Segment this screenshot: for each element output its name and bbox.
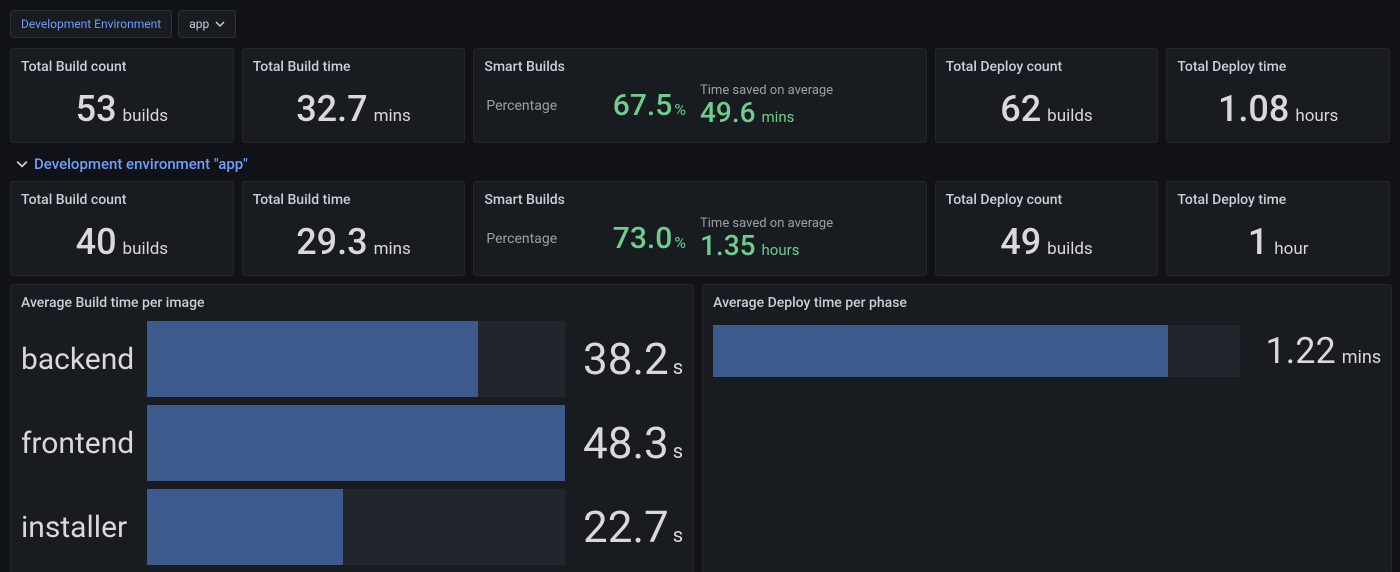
chart-row: Average Build time per image backend 38.2… xyxy=(0,284,1400,572)
chevron-down-icon xyxy=(16,158,28,170)
bar-category-label: backend xyxy=(21,342,147,377)
smart-saved-unit: mins xyxy=(762,108,795,126)
env-variable-chip[interactable]: Development Environment xyxy=(10,10,172,38)
section-title: Development environment "app" xyxy=(34,155,248,173)
panel-title: Total Build time xyxy=(243,49,465,75)
stat-value: 32.7 xyxy=(296,88,367,130)
bar-track xyxy=(147,405,565,481)
stat-unit: mins xyxy=(374,106,411,126)
panel-title: Total Deploy time xyxy=(1167,182,1389,208)
bar-category-label: installer xyxy=(21,510,147,545)
bar-row: backend 38.2s xyxy=(21,317,683,401)
panel-avg-deploy-time-per-phase[interactable]: Average Deploy time per phase 1.22mins xyxy=(702,284,1392,572)
stat-value: 62 xyxy=(1000,88,1041,130)
smart-pct-label: Percentage xyxy=(486,98,557,114)
template-variable-bar: Development Environment app xyxy=(0,0,1400,48)
bar-value: 1.22mins xyxy=(1266,330,1382,372)
panel-title: Average Deploy time per phase xyxy=(703,285,1391,311)
bar-row: installer 22.7s xyxy=(21,485,683,569)
build-time-bar-chart: backend 38.2s frontend 48.3s installer 22.7s xyxy=(11,311,693,572)
app-dropdown-value: app xyxy=(189,17,209,31)
panel-title: Total Build count xyxy=(11,49,233,75)
panel-total-build-time[interactable]: Total Build time 32.7 mins xyxy=(242,48,466,143)
bar-fill xyxy=(713,325,1168,377)
stat-unit: mins xyxy=(374,239,411,259)
stat-value: 1 xyxy=(1248,221,1268,263)
bar-value: 38.2s xyxy=(583,333,683,385)
panel-title: Smart Builds xyxy=(474,182,925,208)
panel-total-deploy-time[interactable]: Total Deploy time 1.08 hours xyxy=(1166,48,1390,143)
stat-value: 53 xyxy=(76,88,117,130)
bar-value: 48.3s xyxy=(583,417,683,469)
panel-total-deploy-count[interactable]: Total Deploy count 49 builds xyxy=(935,181,1159,276)
smart-pct-value: 73.0 xyxy=(613,221,673,256)
smart-saved-value: 49.6 xyxy=(700,96,756,129)
stat-unit: hours xyxy=(1295,106,1338,126)
bar-fill xyxy=(147,489,343,565)
smart-pct-value: 67.5 xyxy=(613,88,673,123)
bar-track xyxy=(147,321,565,397)
stat-value: 40 xyxy=(76,221,117,263)
stat-unit: builds xyxy=(123,239,169,259)
panel-title: Total Build count xyxy=(11,182,233,208)
panel-total-build-count[interactable]: Total Build count 40 builds xyxy=(10,181,234,276)
stats-row-app: Total Build count 40 builds Total Build … xyxy=(10,181,1390,276)
bar-track xyxy=(147,489,565,565)
panel-total-build-time[interactable]: Total Build time 29.3 mins xyxy=(242,181,466,276)
stat-value: 1.08 xyxy=(1218,88,1289,130)
chevron-down-icon xyxy=(215,19,225,29)
bar-row: 1.22mins xyxy=(713,321,1381,381)
stats-row-overall: Total Build count 53 builds Total Build … xyxy=(10,48,1390,143)
bar-row: frontend 48.3s xyxy=(21,401,683,485)
panel-title: Total Deploy count xyxy=(936,49,1158,75)
panel-title: Average Build time per image xyxy=(11,285,693,311)
stat-value: 29.3 xyxy=(296,221,367,263)
panel-title: Smart Builds xyxy=(474,49,925,75)
panel-smart-builds[interactable]: Smart Builds Percentage 73.0 % Time save… xyxy=(473,181,926,276)
stat-unit: builds xyxy=(1047,106,1093,126)
panel-title: Total Deploy count xyxy=(936,182,1158,208)
smart-pct-label: Percentage xyxy=(486,231,557,247)
panel-smart-builds[interactable]: Smart Builds Percentage 67.5 % Time save… xyxy=(473,48,926,143)
section-header-app[interactable]: Development environment "app" xyxy=(10,151,1390,181)
bar-category-label: frontend xyxy=(21,426,147,461)
panel-total-deploy-count[interactable]: Total Deploy count 62 builds xyxy=(935,48,1159,143)
smart-pct-unit: % xyxy=(674,233,686,252)
stat-unit: builds xyxy=(123,106,169,126)
app-dropdown[interactable]: app xyxy=(178,10,236,38)
bar-value: 22.7s xyxy=(583,501,683,553)
panel-avg-build-time-per-image[interactable]: Average Build time per image backend 38.2… xyxy=(10,284,694,572)
panel-title: Total Build time xyxy=(243,182,465,208)
stat-unit: builds xyxy=(1047,239,1093,259)
stat-unit: hour xyxy=(1274,239,1308,259)
smart-saved-value: 1.35 xyxy=(700,229,756,262)
panel-total-deploy-time[interactable]: Total Deploy time 1 hour xyxy=(1166,181,1390,276)
deploy-time-bar-chart: 1.22mins xyxy=(703,311,1391,391)
bar-fill xyxy=(147,321,478,397)
bar-fill xyxy=(147,405,565,481)
stat-value: 49 xyxy=(1000,221,1041,263)
bar-track xyxy=(713,325,1239,377)
smart-saved-unit: hours xyxy=(762,241,800,259)
smart-pct-unit: % xyxy=(674,100,686,119)
panel-total-build-count[interactable]: Total Build count 53 builds xyxy=(10,48,234,143)
panel-title: Total Deploy time xyxy=(1167,49,1389,75)
